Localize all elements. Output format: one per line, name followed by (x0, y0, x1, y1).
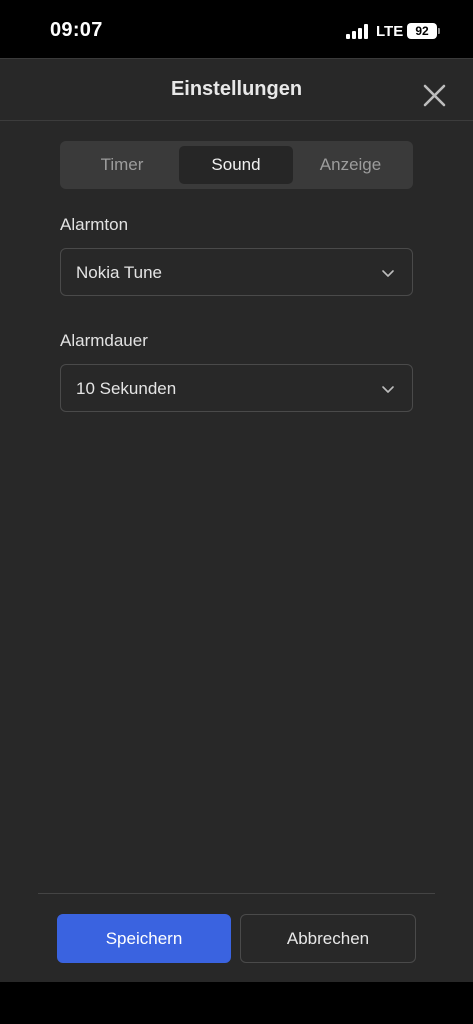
screen: 09:07 LTE 92 Einstellungen Timer Sound A… (0, 0, 473, 1024)
alarm-tone-select[interactable]: Nokia Tune (60, 248, 413, 296)
close-button[interactable] (422, 83, 448, 109)
settings-tabs: Timer Sound Anzeige (60, 141, 413, 189)
status-time: 09:07 (50, 19, 103, 41)
battery-icon: 92 (407, 23, 437, 39)
status-bar: 09:07 LTE 92 (0, 0, 473, 58)
signal-icon (346, 24, 370, 39)
alarm-duration-value: 10 Sekunden (76, 379, 177, 398)
alarm-tone-value: Nokia Tune (76, 263, 162, 282)
save-button[interactable]: Speichern (57, 914, 231, 963)
panel-header: Einstellungen (0, 59, 473, 121)
network-type: LTE (376, 23, 404, 40)
cancel-button[interactable]: Abbrechen (240, 914, 416, 963)
page-title: Einstellungen (170, 78, 303, 100)
battery-tip (438, 28, 440, 34)
tab-sound[interactable]: Sound (179, 146, 293, 184)
tab-timer[interactable]: Timer (65, 146, 179, 184)
close-icon (423, 84, 446, 107)
tab-anzeige[interactable]: Anzeige (293, 146, 408, 184)
alarm-duration-select[interactable]: 10 Sekunden (60, 364, 413, 412)
alarm-tone-label: Alarmton (60, 215, 129, 234)
settings-panel: Einstellungen Timer Sound Anzeige Alarmt… (0, 58, 473, 982)
chevron-down-icon (382, 386, 394, 393)
footer-divider (38, 893, 435, 894)
chevron-down-icon (382, 270, 394, 277)
alarm-duration-label: Alarmdauer (60, 331, 148, 350)
